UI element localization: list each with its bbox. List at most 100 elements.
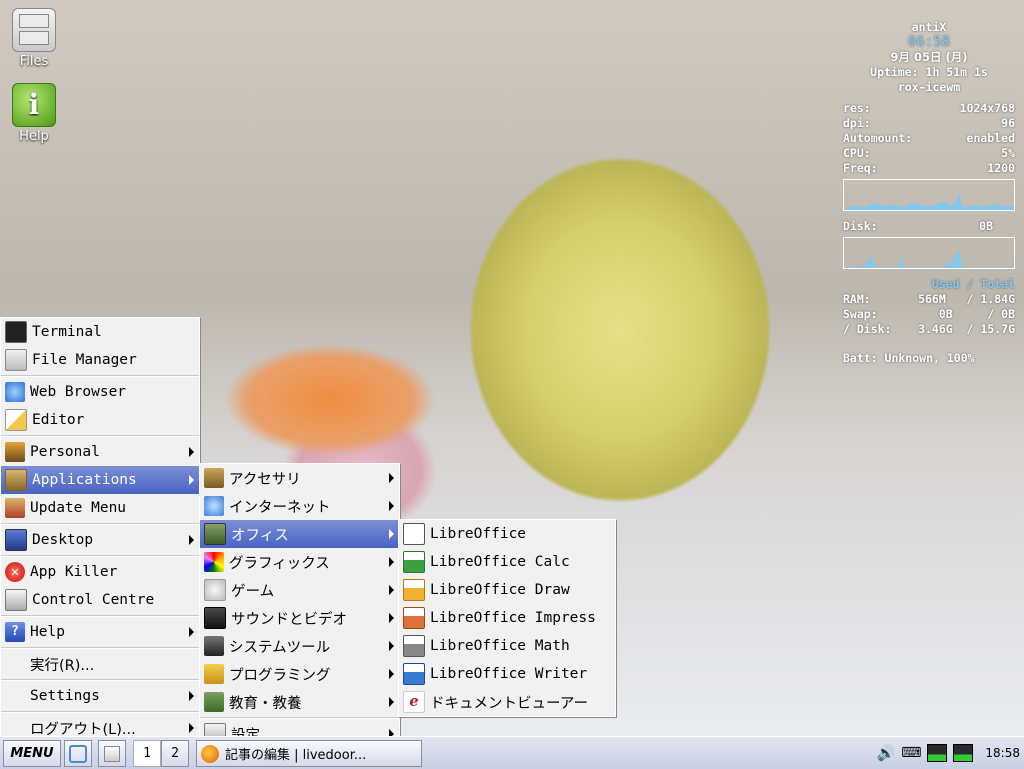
network-icon-2[interactable] [953,744,974,762]
cpu-row: CPU: 5% [843,146,1015,161]
editor-icon [5,409,27,431]
help-icon-label: Help [19,129,49,144]
menu-separator [1,435,199,437]
browser-icon [5,382,25,402]
dpi-label: dpi: [843,116,871,130]
libreoffice-draw-icon [403,579,425,601]
menu-item-update-menu[interactable]: Update Menu [1,494,199,522]
menu-item-help[interactable]: ? Help [1,618,199,646]
dpi-row: dpi: 96 [843,116,1015,131]
submenu-arrow-icon [389,697,394,707]
games-icon [204,579,226,601]
system-tray: 🔊 ⌨ 18:58 [865,740,1024,766]
menu-item-label: Update Menu [30,500,127,516]
submenu-arrow-icon [389,613,394,623]
menu-item-applications[interactable]: Applications [1,466,199,494]
window-list-icon [104,745,120,762]
menu-separator [1,711,199,713]
menu-item-system-tools[interactable]: システムツール [200,632,399,660]
menu-item-label: App Killer [30,564,118,580]
menu-item-graphics[interactable]: グラフィックス [200,548,399,576]
firefox-icon [201,744,219,763]
menu-item-libreoffice-calc[interactable]: LibreOffice Calc [399,548,615,576]
file-manager-icon [5,349,27,371]
show-desktop-button[interactable] [64,740,92,767]
files-desktop-icon[interactable]: Files [4,8,64,69]
menu-item-editor[interactable]: Editor [1,406,199,434]
menu-item-document-viewer[interactable]: e ドキュメントビューアー [399,688,615,716]
menu-item-libreoffice-math[interactable]: LibreOffice Math [399,632,615,660]
menu-item-terminal[interactable]: Terminal [1,318,199,346]
hostname: antiX [911,20,947,34]
disk-label: Disk: [843,219,878,233]
workspace-2-button[interactable]: 2 [161,740,189,767]
swap-row: Swap: 0B / 0B [843,307,1015,322]
terminal-icon [5,321,27,343]
disk-graph-plot [844,248,1014,268]
menu-item-label: LibreOffice Math [430,638,570,654]
automount-label: Automount: [843,131,913,145]
ram-row: RAM: 566M / 1.84G [843,292,1015,307]
menu-item-app-killer[interactable]: ✕ App Killer [1,558,199,586]
cpu-graph [843,179,1015,211]
menu-item-label: LibreOffice Calc [430,554,570,570]
freq-label: Freq: [843,161,878,175]
libreoffice-icon [403,523,425,545]
menu-item-education[interactable]: 教育・教養 [200,688,399,716]
toggle-button[interactable] [98,740,126,767]
menu-item-libreoffice-impress[interactable]: LibreOffice Impress [399,604,615,632]
taskbar-clock[interactable]: 18:58 [985,746,1020,760]
help-desktop-icon[interactable]: i Help [4,83,64,144]
freq-row: Freq: 1200 [843,161,1015,176]
volume-icon[interactable]: 🔊 [877,744,896,762]
personal-icon [5,442,25,462]
menu-item-accessories[interactable]: アクセサリ [200,464,399,492]
menu-item-libreoffice-draw[interactable]: LibreOffice Draw [399,576,615,604]
menu-item-personal[interactable]: Personal [1,438,199,466]
submenu-arrow-icon [189,475,194,485]
submenu-arrow-icon [389,529,394,539]
menu-item-sound-video[interactable]: サウンドとビデオ [200,604,399,632]
ram-label: RAM: [843,292,871,306]
menu-item-settings[interactable]: Settings [1,682,199,710]
menu-item-label: Editor [32,412,85,428]
network-icon[interactable] [927,744,948,762]
menu-item-games[interactable]: ゲーム [200,576,399,604]
start-menu-button[interactable]: MENU [3,740,61,767]
menu-item-label: 教育・教養 [229,695,302,712]
control-centre-icon [5,589,27,611]
task-window-button[interactable]: 記事の編集 | livedoor... [196,740,422,767]
menu-item-label: インターネット [229,499,331,516]
workspace-1-button[interactable]: 1 [133,740,161,767]
uptime: Uptime: 1h 51m 1s [870,65,988,79]
keyboard-icon[interactable]: ⌨ [901,745,921,761]
menu-separator [1,615,199,617]
applications-submenu: アクセサリ インターネット オフィス グラフィックス ゲーム サウンドとビデオ … [199,463,400,749]
update-icon [5,498,25,518]
cpu-graph-plot [844,193,1014,210]
disk-row: Disk: 0B [843,219,1015,234]
menu-item-label: Terminal [32,324,102,340]
menu-item-file-manager[interactable]: File Manager [1,346,199,374]
menu-separator [1,375,199,377]
menu-item-label: システムツール [229,639,331,656]
menu-item-run[interactable]: 実行(R)... [1,650,199,678]
menu-item-control-centre[interactable]: Control Centre [1,586,199,614]
office-icon [204,523,226,545]
automount-value: enabled [966,131,1015,145]
menu-item-programming[interactable]: プログラミング [200,660,399,688]
libreoffice-writer-icon [403,663,425,685]
menu-item-office[interactable]: オフィス [200,520,399,548]
menu-item-web-browser[interactable]: Web Browser [1,378,199,406]
menu-item-desktop[interactable]: Desktop [1,526,199,554]
menu-item-label: Control Centre [32,592,155,608]
menu-item-libreoffice[interactable]: LibreOffice [399,520,615,548]
applications-icon [5,469,27,491]
submenu-arrow-icon [189,447,194,457]
menu-item-libreoffice-writer[interactable]: LibreOffice Writer [399,660,615,688]
rootdisk-value: 3.46G / 15.7G [918,322,1015,336]
accessories-icon [204,468,224,488]
menu-item-internet[interactable]: インターネット [200,492,399,520]
menu-separator [1,523,199,525]
menu-separator [1,647,199,649]
